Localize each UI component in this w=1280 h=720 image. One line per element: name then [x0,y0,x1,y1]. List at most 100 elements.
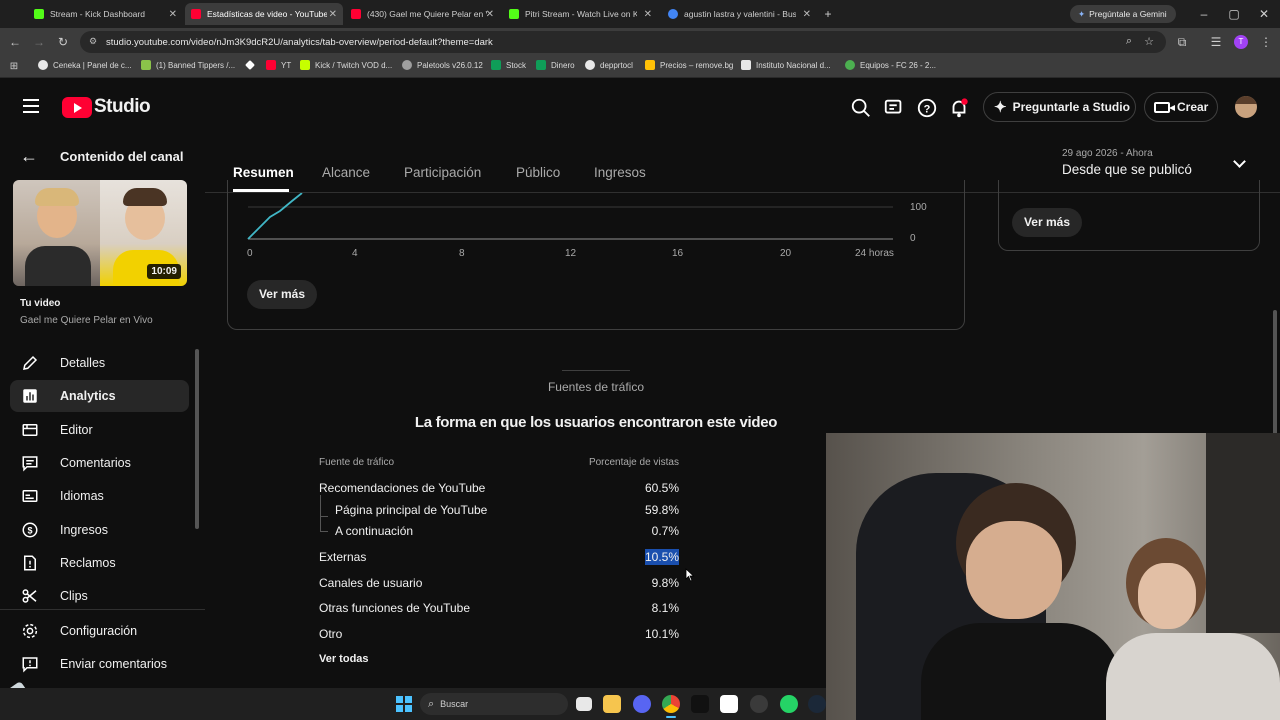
close-icon[interactable]: ✕ [644,9,652,20]
tab-title: Estadísticas de video - YouTube [207,9,327,19]
reading-list-icon[interactable]: ☰ [1208,35,1224,49]
address-input[interactable]: ⚙ studio.youtube.com/video/nJm3K9dcR2U/a… [80,31,1166,53]
extensions-icon[interactable]: ⧉ [1174,35,1190,49]
forward-icon[interactable]: → [31,35,47,49]
file-explorer-icon[interactable] [603,695,621,713]
bookmark-item[interactable]: Paletools v26.0.12 [402,60,483,70]
see-more-button[interactable]: Ver más [247,280,317,309]
sidebar-item-earn[interactable]: $ Ingresos [10,514,189,546]
tab-audience[interactable]: Público [516,165,560,180]
channel-content-label[interactable]: Contenido del canal [60,149,184,164]
youtube-logo-icon [62,96,92,118]
apps-grid-icon[interactable]: ⊞ [6,60,22,74]
tab-engagement[interactable]: Participación [404,165,481,180]
studio-logo[interactable]: Studio [62,96,151,118]
create-button[interactable]: Crear [1144,92,1218,122]
bookmark-item[interactable] [245,60,260,70]
traffic-row-label: Otras funciones de YouTube [319,601,470,615]
bookmark-item[interactable]: Kick / Twitch VOD d... [300,60,392,70]
obs-icon[interactable] [750,695,768,713]
hamburger-menu-icon[interactable] [23,99,39,113]
steam-icon[interactable] [808,695,826,713]
task-view-icon[interactable] [576,697,592,711]
sidebar-scrollbar[interactable] [195,349,199,529]
tab-overview[interactable]: Resumen [233,165,294,180]
close-icon[interactable]: ✕ [169,9,177,20]
period-selector[interactable]: 29 ago 2026 - Ahora Desde que se publicó [1050,145,1260,185]
add-comment-icon[interactable] [883,97,905,119]
browser-tab-active[interactable]: Estadísticas de video - YouTube ✕ [185,3,343,25]
reload-icon[interactable]: ↻ [55,35,71,49]
traffic-row-label: Otro [319,627,343,641]
sidebar-item-claims[interactable]: Reclamos [10,547,189,579]
taskbar-search-input[interactable]: ⌕ Buscar [420,693,568,715]
bookmark-item[interactable]: Precios – remove.bg [645,60,733,70]
channel-avatar[interactable] [1235,96,1257,118]
browser-tab[interactable]: agustin lastra y valentini - Busc ✕ [662,3,817,25]
tiktok-icon[interactable] [691,695,709,713]
close-icon[interactable]: ✕ [329,9,337,20]
sidebar-item-languages[interactable]: Idiomas [10,480,189,512]
back-arrow-icon[interactable]: ← [20,146,38,167]
bookmark-item[interactable]: YT [266,60,291,70]
svg-text:$: $ [27,525,32,535]
sidebar-item-comments[interactable]: Comentarios [10,447,189,479]
browser-tab[interactable]: (430) Gael me Quiere Pelar en V ✕ [345,3,500,25]
help-icon[interactable]: ? [916,97,938,119]
notifications-bell-icon[interactable] [948,97,970,119]
gear-icon [20,621,40,641]
tab-revenue[interactable]: Ingresos [594,165,646,180]
bookmark-star-icon[interactable]: ☆ [1144,35,1154,48]
sidebar-item-editor[interactable]: Editor [10,414,189,446]
bookmark-favicon-icon [38,60,48,70]
sheets-favicon-icon [491,60,501,70]
bookmark-item[interactable]: Stock [491,60,526,70]
close-icon[interactable]: ✕ [803,9,811,20]
tab-reach[interactable]: Alcance [322,165,370,180]
bookmark-item[interactable]: Dinero [536,60,575,70]
back-icon[interactable]: ← [7,35,23,49]
sidebar-item-clips[interactable]: Clips [10,580,189,612]
bookmark-item[interactable]: depprtocl [585,60,633,70]
bookmark-favicon-icon [300,60,310,70]
new-tab-plus-icon[interactable]: + [820,7,836,21]
ask-studio-button[interactable]: ✦ Preguntarle a Studio [983,92,1136,122]
maximize-icon[interactable]: ▢ [1226,7,1242,21]
more-menu-icon[interactable]: ⋮ [1258,35,1274,49]
video-thumbnail[interactable]: 10:09 [13,180,187,286]
see-all-link[interactable]: Ver todas [319,653,369,665]
taskbar-search-text: Buscar [440,699,469,709]
x-tick-label: 4 [352,248,358,259]
capcut-icon[interactable] [720,695,738,713]
bookmark-item[interactable]: Equipos - FC 26 - 2... [845,60,936,70]
profile-avatar[interactable]: T [1234,35,1248,49]
windows-start-icon[interactable] [396,696,412,712]
zoom-icon[interactable]: ⌕ [1126,35,1132,48]
bookmark-label: Equipos - FC 26 - 2... [860,60,937,70]
close-window-icon[interactable]: ✕ [1256,7,1272,21]
sidebar-item-settings[interactable]: Configuración [10,615,189,647]
bookmark-favicon-icon [741,60,751,70]
page-scrollbar[interactable] [1273,310,1277,440]
close-icon[interactable]: ✕ [486,9,494,20]
search-icon[interactable] [850,97,872,119]
whatsapp-icon[interactable] [780,695,798,713]
see-more-button[interactable]: Ver más [1012,208,1082,237]
chrome-icon[interactable] [662,695,680,713]
browser-tab[interactable]: Stream - Kick Dashboard ✕ [28,3,183,25]
bookmark-item[interactable]: Instituto Nacional d... [741,60,831,70]
browser-tab[interactable]: Pitri Stream - Watch Live on Kic ✕ [503,3,658,25]
gemini-button[interactable]: ✦ Pregúntale a Gemini [1070,5,1176,23]
views-series-line [247,193,303,240]
sidebar-item-send-feedback[interactable]: Enviar comentarios [10,648,189,680]
discord-icon[interactable] [633,695,651,713]
sidebar-item-details[interactable]: Detalles [10,347,189,379]
views-line-chart [247,193,893,240]
traffic-subrow-label: Página principal de YouTube [335,503,488,517]
x-tick-label: 24 horas [855,248,894,259]
bookmark-item[interactable]: (1) Banned Tippers /... [141,60,235,70]
minimize-icon[interactable]: – [1196,7,1212,21]
sidebar-item-analytics[interactable]: Analytics [10,380,189,412]
bookmark-item[interactable]: Ceneka | Panel de c... [38,60,132,70]
site-info-icon[interactable]: ⚙ [89,36,97,47]
